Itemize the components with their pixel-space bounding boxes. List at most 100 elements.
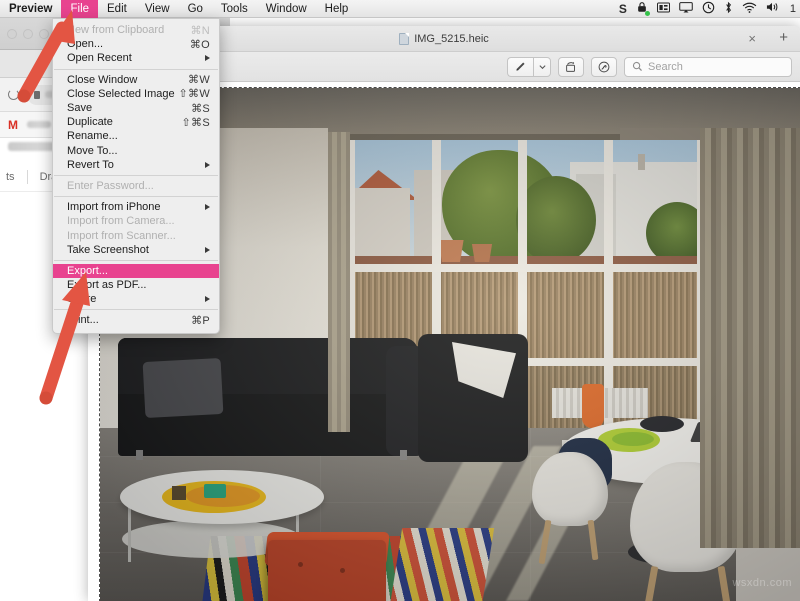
submenu-arrow-icon — [205, 246, 210, 253]
close-tab-button[interactable]: × — [748, 30, 756, 48]
mac-menu-bar[interactable]: Preview File Edit View Go Tools Window H… — [0, 0, 800, 18]
markup-pen-icon[interactable] — [507, 56, 533, 77]
menu-move-to[interactable]: Move To... — [53, 144, 219, 158]
submenu-arrow-icon — [205, 296, 210, 303]
menu-item-label: Rename... — [67, 130, 118, 143]
menu-item-label: Import from Camera... — [67, 215, 175, 228]
annotate-sign-icon[interactable] — [591, 56, 617, 77]
menu-item-edit[interactable]: Edit — [98, 0, 136, 18]
bluetooth-icon[interactable] — [724, 1, 733, 17]
menu-export[interactable]: Export... — [53, 263, 219, 278]
black-bowl — [640, 416, 684, 432]
gmail-icon: M — [8, 117, 18, 132]
menu-item-label: Enter Password... — [67, 179, 154, 192]
rotate-left-icon[interactable] — [558, 56, 584, 77]
menu-item-shortcut: ⌘N — [190, 24, 210, 37]
mail-folder-drafts[interactable]: ts — [6, 171, 15, 183]
menu-item-label: Open Recent — [67, 52, 132, 65]
dining-chair — [532, 434, 624, 565]
menu-close-window[interactable]: Close Window ⌘W — [53, 73, 219, 87]
file-menu-dropdown[interactable]: New from Clipboard ⌘N Open... ⌘O Open Re… — [52, 18, 220, 334]
menu-open[interactable]: Open... ⌘O — [53, 37, 219, 51]
window-transom — [346, 264, 706, 272]
menu-item-preview[interactable]: Preview — [0, 0, 61, 18]
menu-item-label: Revert To — [67, 158, 114, 171]
menu-item-window[interactable]: Window — [257, 0, 316, 18]
new-tab-button[interactable]: + — [779, 29, 788, 47]
kilim-rug-secondary — [389, 528, 495, 601]
building — [350, 188, 410, 260]
sofa-leg — [400, 450, 407, 460]
menu-revert-to[interactable]: Revert To — [53, 158, 219, 172]
menu-item-tools[interactable]: Tools — [212, 0, 257, 18]
menu-share[interactable]: Share — [53, 292, 219, 306]
chimney — [638, 154, 645, 170]
menu-item-label: New from Clipboard — [67, 24, 165, 37]
menu-item-shortcut: ⇧⌘W — [178, 88, 210, 101]
zoom-button[interactable] — [39, 29, 49, 39]
close-button[interactable] — [7, 29, 17, 39]
airplay-icon[interactable] — [679, 1, 693, 16]
menu-print[interactable]: Print... ⌘P — [53, 313, 219, 327]
menu-item-shortcut: ⌘P — [191, 314, 210, 327]
menu-item-shortcut: ⌘O — [189, 38, 210, 51]
menu-close-selected-image[interactable]: Close Selected Image ⇧⌘W — [53, 87, 219, 101]
preview-window-title: IMG_5215.heic — [399, 32, 489, 45]
search-input[interactable]: Search — [624, 56, 792, 77]
cushion — [142, 357, 224, 419]
window-traffic-lights[interactable] — [7, 29, 49, 39]
menu-import-from-scanner[interactable]: Import from Scanner... — [53, 228, 219, 242]
menu-item-view[interactable]: View — [136, 0, 179, 18]
menu-item-help[interactable]: Help — [316, 0, 358, 18]
menu-enter-password[interactable]: Enter Password... — [53, 179, 219, 193]
menu-item-label: Open... — [67, 38, 104, 51]
menu-open-recent[interactable]: Open Recent — [53, 51, 219, 65]
screen-record-icon[interactable] — [656, 2, 670, 16]
skype-icon[interactable]: S — [619, 2, 627, 16]
menu-item-shortcut: ⇧⌘S — [181, 116, 210, 129]
menu-item-label: Export... — [67, 264, 108, 277]
image-file-icon — [399, 32, 410, 45]
menu-new-from-clipboard[interactable]: New from Clipboard ⌘N — [53, 23, 219, 37]
minimize-button[interactable] — [23, 29, 33, 39]
menu-take-screenshot[interactable]: Take Screenshot — [53, 243, 219, 257]
curtain-left — [328, 132, 350, 432]
menu-import-from-iphone[interactable]: Import from iPhone — [53, 200, 219, 214]
menu-bar-clock[interactable]: 1 — [790, 3, 796, 15]
search-placeholder: Search — [648, 60, 683, 73]
status-dot — [644, 11, 650, 16]
menu-item-label: Share — [67, 293, 97, 306]
menu-item-file[interactable]: File — [61, 0, 99, 18]
menu-item-label: Import from iPhone — [67, 201, 161, 214]
chevron-down-icon[interactable] — [533, 56, 551, 77]
sofa-leg — [136, 450, 143, 460]
menu-duplicate[interactable]: Duplicate ⇧⌘S — [53, 115, 219, 129]
menu-save[interactable]: Save ⌘S — [53, 101, 219, 115]
small-box — [172, 486, 186, 500]
submenu-arrow-icon — [205, 161, 210, 168]
reload-icon[interactable] — [8, 89, 19, 100]
time-machine-icon[interactable] — [702, 1, 715, 17]
menu-item-label: Duplicate — [67, 116, 113, 129]
watermark: wsxdn.com — [732, 577, 792, 589]
wifi-icon[interactable] — [742, 2, 757, 16]
menu-item-shortcut: ⌘W — [188, 74, 210, 87]
menu-divider — [54, 174, 218, 176]
menu-item-label: Export as PDF... — [67, 279, 147, 292]
lock-icon — [34, 90, 40, 99]
bookmark-label — [27, 121, 51, 128]
lock-icon[interactable] — [636, 1, 650, 16]
menu-export-as-pdf[interactable]: Export as PDF... — [53, 278, 219, 292]
menu-import-from-camera[interactable]: Import from Camera... — [53, 214, 219, 228]
menu-item-go[interactable]: Go — [179, 0, 212, 18]
curtain-right — [700, 128, 800, 548]
orange-vase — [582, 384, 604, 428]
menu-item-shortcut: ⌘S — [191, 102, 210, 115]
volume-icon[interactable] — [766, 1, 781, 16]
menu-bar-status-area[interactable]: S 1 — [619, 1, 800, 17]
menu-item-label: Print... — [67, 314, 99, 327]
menu-item-label: Close Selected Image — [67, 87, 175, 100]
submenu-arrow-icon — [205, 55, 210, 62]
markup-tool-group[interactable] — [507, 56, 551, 77]
menu-rename[interactable]: Rename... — [53, 129, 219, 143]
